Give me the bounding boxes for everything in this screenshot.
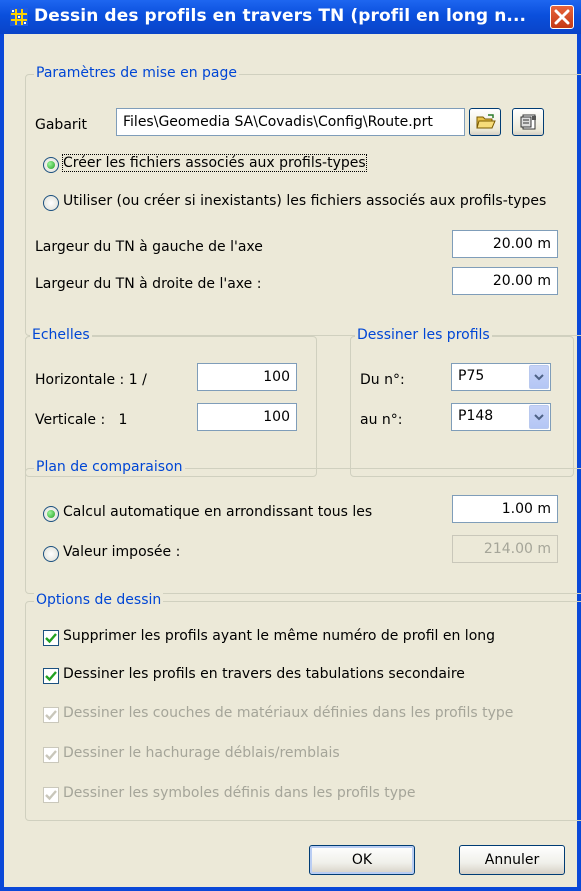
browse-template-button[interactable] bbox=[469, 108, 501, 136]
left-width-field[interactable]: 20.00 m bbox=[452, 230, 558, 258]
material-layers-checkbox[interactable] bbox=[43, 707, 59, 723]
draw-profiles-legend: Dessiner les profils bbox=[355, 327, 492, 343]
vertical-scale-label: Verticale : 1 bbox=[35, 412, 128, 428]
to-profile-select[interactable]: P148 bbox=[451, 403, 551, 431]
chevron-down-icon bbox=[534, 414, 544, 421]
remove-duplicate-profiles-checkbox[interactable] bbox=[43, 630, 59, 646]
comparison-plane-group: Plan de comparaison bbox=[25, 459, 581, 594]
from-profile-dropdown-button[interactable] bbox=[529, 365, 549, 389]
imposed-value-label[interactable]: Valeur imposée : bbox=[63, 544, 180, 560]
create-files-label[interactable]: Créer les fichiers associés aux profils-… bbox=[62, 154, 367, 172]
close-icon bbox=[554, 9, 570, 25]
properties-icon bbox=[520, 114, 536, 130]
checkmark-icon bbox=[45, 750, 57, 761]
checkmark-icon bbox=[45, 633, 57, 644]
template-properties-button[interactable] bbox=[512, 108, 544, 136]
ok-button[interactable]: OK bbox=[309, 845, 415, 875]
from-profile-select[interactable]: P75 bbox=[451, 363, 551, 391]
use-files-label[interactable]: Utiliser (ou créer si inexistants) les f… bbox=[63, 193, 573, 209]
vertical-scale-field[interactable]: 100 bbox=[197, 403, 297, 431]
gabarit-path-field[interactable]: Files\Geomedia SA\Covadis\Config\Route.p… bbox=[116, 108, 465, 136]
to-profile-value: P148 bbox=[458, 408, 494, 424]
grid-app-icon bbox=[10, 8, 28, 26]
scales-legend: Echelles bbox=[30, 327, 92, 343]
from-profile-value: P75 bbox=[458, 368, 485, 384]
comparison-plane-legend: Plan de comparaison bbox=[34, 459, 185, 475]
right-width-label: Largeur du TN à droite de l'axe : bbox=[35, 276, 262, 292]
close-button[interactable] bbox=[550, 5, 574, 29]
dialog-client-area: Paramètres de mise en page Gabarit Files… bbox=[4, 34, 581, 887]
dialog-window: Dessin des profils en travers TN (profil… bbox=[0, 0, 581, 891]
auto-calculation-radio[interactable] bbox=[43, 506, 59, 522]
checkmark-icon bbox=[45, 671, 57, 682]
gabarit-label: Gabarit bbox=[35, 117, 88, 133]
material-layers-label[interactable]: Dessiner les couches de matériaux défini… bbox=[63, 705, 513, 721]
rounding-value-field[interactable]: 1.00 m bbox=[452, 495, 558, 523]
left-width-label: Largeur du TN à gauche de l'axe bbox=[35, 239, 263, 255]
cancel-button[interactable]: Annuler bbox=[459, 845, 565, 875]
create-files-radio[interactable] bbox=[43, 157, 59, 173]
remove-duplicate-profiles-label[interactable]: Supprimer les profils ayant le même numé… bbox=[63, 628, 495, 644]
checkmark-icon bbox=[45, 710, 57, 721]
secondary-tabulations-checkbox[interactable] bbox=[43, 668, 59, 684]
auto-calculation-label[interactable]: Calcul automatique en arrondissant tous … bbox=[63, 504, 372, 520]
checkmark-icon bbox=[45, 790, 57, 801]
secondary-tabulations-label[interactable]: Dessiner les profils en travers des tabu… bbox=[63, 666, 465, 682]
gabarit-path-value: Files\Geomedia SA\Covadis\Config\Route.p… bbox=[123, 114, 433, 130]
profile-symbols-label[interactable]: Dessiner les symboles définis dans les p… bbox=[63, 785, 416, 801]
horizontal-scale-label: Horizontale : 1 / bbox=[35, 372, 147, 388]
profile-symbols-checkbox[interactable] bbox=[43, 787, 59, 803]
drawing-options-legend: Options de dessin bbox=[34, 592, 164, 608]
chevron-down-icon bbox=[534, 374, 544, 381]
use-files-radio[interactable] bbox=[43, 195, 59, 211]
cut-fill-hatching-checkbox[interactable] bbox=[43, 747, 59, 763]
imposed-value-radio[interactable] bbox=[43, 546, 59, 562]
cut-fill-hatching-label[interactable]: Dessiner le hachurage déblais/remblais bbox=[63, 745, 340, 761]
to-profile-label: au n°: bbox=[360, 412, 403, 428]
imposed-value-field[interactable]: 214.00 m bbox=[452, 535, 558, 563]
from-profile-label: Du n°: bbox=[360, 372, 405, 388]
title-bar[interactable]: Dessin des profils en travers TN (profil… bbox=[0, 0, 581, 34]
folder-open-icon bbox=[476, 114, 496, 129]
layout-parameters-legend: Paramètres de mise en page bbox=[34, 65, 240, 81]
right-width-field[interactable]: 20.00 m bbox=[452, 267, 558, 295]
horizontal-scale-field[interactable]: 100 bbox=[197, 363, 297, 391]
window-title: Dessin des profils en travers TN (profil… bbox=[34, 6, 527, 26]
to-profile-dropdown-button[interactable] bbox=[529, 405, 549, 429]
